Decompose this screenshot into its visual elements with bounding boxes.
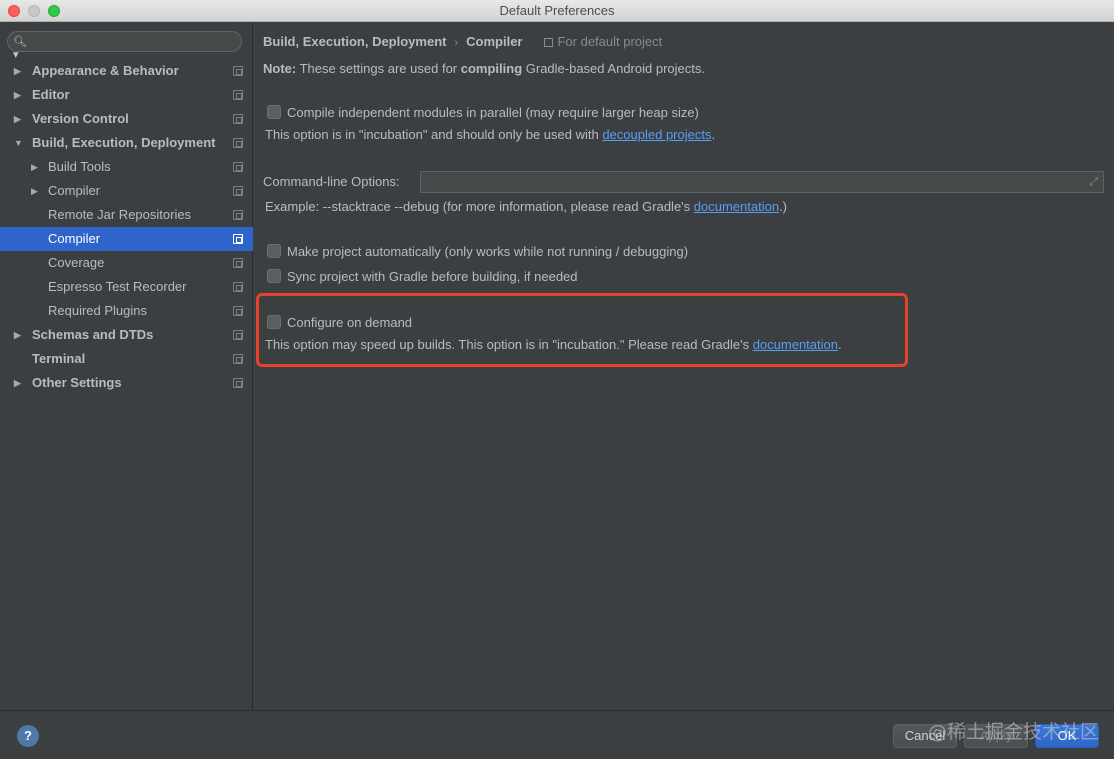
parallel-compile-hint: This option is in "incubation" and shoul…: [265, 127, 715, 142]
configure-on-demand-hint: This option may speed up builds. This op…: [265, 337, 842, 352]
highlight-box: [256, 293, 908, 367]
dialog-footer: ? Cancel Apply OK @稀土掘金技术社区: [0, 710, 1114, 759]
sidebar-item-remote-jar-repositories[interactable]: Remote Jar Repositories: [0, 203, 253, 227]
expand-arrow-icon[interactable]: ▶: [14, 371, 24, 395]
cmdline-example: Example: --stacktrace --debug (for more …: [265, 199, 787, 214]
example-text: Example: --stacktrace --debug (for more …: [265, 199, 694, 214]
sidebar-item-compiler-group[interactable]: ▶ Compiler: [0, 179, 253, 203]
sidebar-item-appearance-behavior[interactable]: ▶ Appearance & Behavior: [0, 59, 253, 83]
breadcrumb: Build, Execution, Deployment › Compiler For…: [263, 34, 662, 50]
sidebar-item-label: Other Settings: [32, 375, 122, 390]
sidebar-item-build-tools[interactable]: ▶ Build Tools: [0, 155, 253, 179]
expand-arrow-icon[interactable]: ▶: [14, 323, 24, 347]
sidebar-item-label: Appearance & Behavior: [32, 63, 179, 78]
hint-text-end: .: [711, 127, 716, 142]
sidebar-item-label: Espresso Test Recorder: [48, 279, 187, 294]
sidebar-item-schemas-dtds[interactable]: ▶ Schemas and DTDs: [0, 323, 253, 347]
note-bold: compiling: [460, 61, 523, 76]
watermark: @稀土掘金技术社区: [928, 721, 1100, 743]
title-bar: Default Preferences: [0, 0, 1114, 22]
expand-arrow-icon[interactable]: ▶: [31, 179, 41, 203]
copy-settings-icon: [233, 138, 243, 148]
project-scope-icon: [544, 38, 554, 47]
note-prefix: Note:: [263, 61, 297, 76]
search-icon: 🔍︎▾: [13, 36, 27, 61]
sidebar-item-other-settings[interactable]: ▶ Other Settings: [0, 371, 253, 395]
copy-settings-icon: [233, 258, 243, 268]
hint-text: This option is in "incubation" and shoul…: [265, 127, 603, 142]
sidebar-item-label: Compiler: [48, 231, 101, 246]
copy-settings-icon: [233, 210, 243, 220]
help-button[interactable]: ?: [17, 725, 39, 747]
sidebar-item-label: Coverage: [48, 255, 105, 270]
sync-gradle-checkbox[interactable]: [267, 269, 281, 283]
copy-settings-icon: [233, 162, 243, 172]
sync-gradle-label[interactable]: Sync project with Gradle before building…: [287, 269, 578, 284]
sidebar-item-label: Build Tools: [48, 159, 111, 174]
scope-label: For default project: [544, 34, 662, 49]
copy-settings-icon: [233, 354, 243, 364]
gradle-documentation-link[interactable]: documentation: [694, 199, 779, 214]
copy-settings-icon: [233, 186, 243, 196]
breadcrumb-current: Compiler: [466, 34, 523, 49]
copy-settings-icon: [233, 66, 243, 76]
settings-panel: Build, Execution, Deployment › Compiler For…: [254, 23, 1114, 710]
sidebar-item-coverage[interactable]: Coverage: [0, 251, 253, 275]
sidebar-item-label: Compiler: [48, 183, 101, 198]
sidebar-item-espresso-test-recorder[interactable]: Espresso Test Recorder: [0, 275, 253, 299]
sidebar-item-label: Version Control: [32, 111, 129, 126]
make-project-auto-label[interactable]: Make project automatically (only works w…: [287, 244, 688, 259]
sidebar-item-required-plugins[interactable]: Required Plugins: [0, 299, 253, 323]
hint-text: This option may speed up builds. This op…: [265, 337, 753, 352]
copy-settings-icon: [233, 114, 243, 124]
hint-text-end: .: [837, 337, 842, 352]
configure-documentation-link[interactable]: documentation: [753, 337, 838, 352]
parallel-compile-label[interactable]: Compile independent modules in parallel …: [287, 105, 699, 120]
note-text-part: These settings are used for: [296, 61, 461, 76]
cmdline-options-input[interactable]: ⤢: [420, 171, 1104, 193]
note-text: Note: These settings are used for compil…: [263, 61, 705, 76]
configure-on-demand-label[interactable]: Configure on demand: [287, 315, 412, 330]
sidebar-item-version-control[interactable]: ▶ Version Control: [0, 107, 253, 131]
expand-arrow-icon[interactable]: ▶: [14, 59, 24, 83]
sidebar-item-label: Required Plugins: [48, 303, 148, 318]
expand-arrow-icon[interactable]: ▶: [31, 155, 41, 179]
sidebar-item-terminal[interactable]: Terminal: [0, 347, 253, 371]
sidebar-item-compiler[interactable]: Compiler: [0, 227, 253, 251]
copy-settings-icon: [233, 234, 243, 244]
window-title: Default Preferences: [499, 3, 615, 18]
example-text-end: .): [779, 199, 788, 214]
expand-icon[interactable]: ⤢: [1089, 176, 1098, 189]
collapse-arrow-icon[interactable]: ▼: [14, 131, 24, 155]
scope-text: For default project: [557, 34, 663, 49]
sidebar-item-label: Terminal: [32, 351, 86, 366]
sidebar-item-editor[interactable]: ▶ Editor: [0, 83, 253, 107]
parallel-compile-checkbox[interactable]: [267, 105, 281, 119]
settings-search-input[interactable]: 🔍︎▾: [7, 31, 242, 61]
sidebar-item-label: Schemas and DTDs: [32, 327, 154, 342]
minimize-window-button[interactable]: [28, 5, 40, 17]
settings-sidebar: 🔍︎▾ ▶ Appearance & Behavior ▶ Editor ▶ V…: [0, 23, 253, 710]
breadcrumb-parent[interactable]: Build, Execution, Deployment: [263, 34, 446, 49]
make-project-auto-checkbox[interactable]: [267, 244, 281, 258]
sidebar-item-label: Editor: [32, 87, 70, 102]
copy-settings-icon: [233, 378, 243, 388]
close-window-button[interactable]: [8, 5, 20, 17]
sidebar-item-build-execution-deployment[interactable]: ▼ Build, Execution, Deployment: [0, 131, 253, 155]
copy-settings-icon: [233, 330, 243, 340]
expand-arrow-icon[interactable]: ▶: [14, 83, 24, 107]
sidebar-item-label: Build, Execution, Deployment: [32, 135, 216, 150]
sidebar-item-label: Remote Jar Repositories: [48, 207, 192, 222]
breadcrumb-separator: ›: [454, 37, 459, 49]
cmdline-options-label: Command-line Options:: [263, 174, 400, 189]
decoupled-projects-link[interactable]: decoupled projects: [602, 127, 711, 142]
copy-settings-icon: [233, 306, 243, 316]
maximize-window-button[interactable]: [48, 5, 60, 17]
note-text-part: Gradle-based Android projects.: [522, 61, 705, 76]
configure-on-demand-checkbox[interactable]: [267, 315, 281, 329]
copy-settings-icon: [233, 90, 243, 100]
expand-arrow-icon[interactable]: ▶: [14, 107, 24, 131]
copy-settings-icon: [233, 282, 243, 292]
